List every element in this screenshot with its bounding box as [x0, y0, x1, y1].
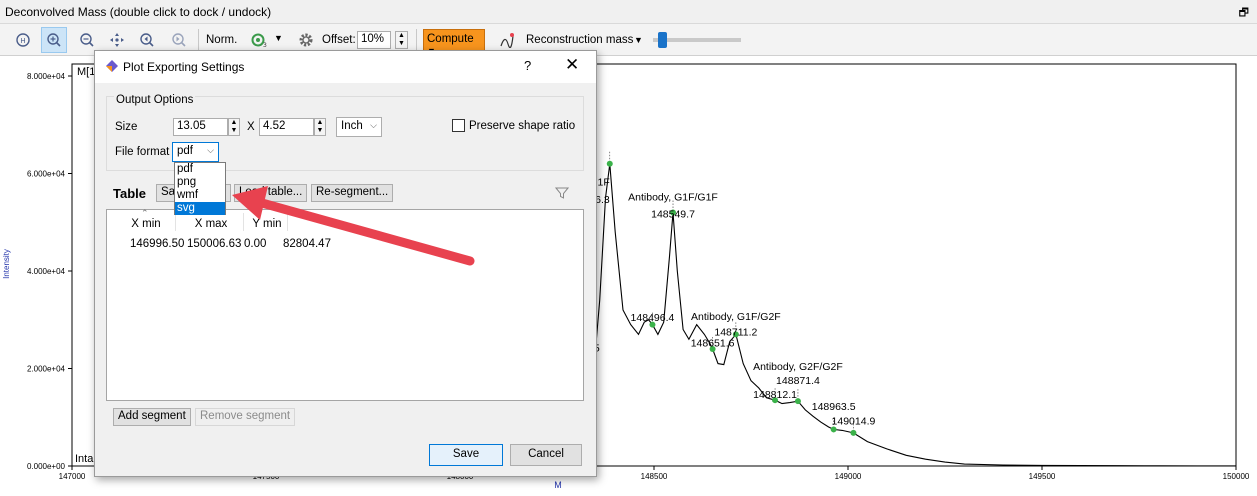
peak-annotation: 148963.5 — [812, 401, 856, 413]
peak-annotation: Antibody, G1F/G1F — [628, 191, 718, 203]
add-segment-button[interactable]: Add segment — [113, 408, 191, 426]
width-input[interactable]: 13.05 — [173, 118, 228, 136]
close-icon[interactable]: ✕ — [565, 55, 579, 75]
table-title: Table — [113, 186, 146, 201]
cell-xmax: 150006.63 — [187, 238, 242, 250]
peak-annotation: 149014.9 — [832, 416, 876, 428]
format-option-wmf[interactable]: wmf — [175, 189, 225, 202]
peak-annotation: Antibody, G1F/G2F — [691, 311, 781, 323]
legend-text: M[1 — [77, 66, 95, 78]
norm-button[interactable]: Norm. — [206, 34, 237, 46]
peak-marker — [606, 160, 613, 167]
dialog-titlebar[interactable]: Plot Exporting Settings ? ✕ — [95, 51, 596, 83]
offset-stepper[interactable]: ▲ ▼ — [395, 31, 408, 49]
offset-label: Offset: — [322, 34, 356, 46]
y-tick-label: 2.000e+04 — [27, 365, 66, 374]
zoom-reset-icon[interactable]: H — [10, 27, 36, 53]
size-label: Size — [115, 121, 138, 133]
chevron-down-icon[interactable]: ▼ — [634, 35, 643, 45]
chevron-down-icon: ⌵ — [370, 120, 377, 130]
toolbar-separator — [416, 29, 417, 51]
file-format-label: File format — [115, 146, 170, 158]
cancel-button[interactable]: Cancel — [510, 444, 582, 466]
x-tick-label: 150000 — [1223, 472, 1250, 481]
unit-value: Inch — [341, 120, 363, 132]
peak-annotation: 148496.4 — [631, 312, 675, 324]
y-tick-label: 0.000e+00 — [27, 462, 66, 471]
column-header-xmax[interactable]: X max — [181, 218, 241, 230]
compute-button[interactable]: Compute ▼ — [423, 29, 485, 56]
x-tick-label: 149500 — [1029, 472, 1056, 481]
preserve-ratio-checkbox[interactable] — [452, 119, 465, 132]
svg-text:H: H — [20, 37, 25, 45]
height-input[interactable]: 4.52 — [259, 118, 314, 136]
x-separator-label: X — [247, 121, 255, 133]
y-tick-label: 6.000e+04 — [27, 170, 66, 179]
plot-exporting-dialog[interactable]: Plot Exporting Settings ? ✕ Output Optio… — [94, 50, 597, 477]
column-divider — [175, 213, 176, 231]
resegment-button[interactable]: Re-segment... — [311, 184, 394, 202]
peak-annotation: 148812.1 — [753, 389, 797, 401]
chevron-down-icon: ⌵ — [207, 145, 214, 155]
file-format-dropdown-list[interactable]: pdf png wmf svg — [174, 162, 226, 215]
save-button[interactable]: Save — [429, 444, 503, 466]
x-tick-label: 148500 — [641, 472, 668, 481]
unit-select[interactable]: Inch ⌵ — [336, 117, 382, 137]
format-option-png[interactable]: png — [175, 176, 225, 189]
svg-text:3: 3 — [263, 42, 267, 49]
restore-icon[interactable]: 🗗 — [1239, 4, 1249, 23]
output-options-label: Output Options — [114, 94, 196, 106]
y-tick-label: 8.000e+04 — [27, 72, 66, 81]
offset-input[interactable]: 10% — [357, 31, 391, 49]
save-table-label: Sa — [161, 186, 176, 198]
window-titlebar[interactable]: Deconvolved Mass (double click to dock /… — [0, 0, 1257, 24]
x-axis-label: M — [554, 480, 562, 490]
dialog-title: Plot Exporting Settings — [123, 60, 245, 74]
peak-annotation: 148871.4 — [776, 375, 820, 387]
x-tick-label: 149000 — [835, 472, 862, 481]
cell-ymin: 0.00 — [244, 238, 267, 250]
column-divider — [287, 213, 288, 231]
compute-label: Compute — [427, 33, 474, 45]
y-tick-label: 4.000e+04 — [27, 267, 66, 276]
remove-segment-button: Remove segment — [195, 408, 296, 426]
peak-marker — [850, 429, 857, 436]
format-option-pdf[interactable]: pdf — [175, 163, 225, 176]
x-tick-label: 147000 — [59, 472, 86, 481]
peak-annotation: Antibody, G2F/G2F — [753, 361, 843, 373]
charge-dropdown-arrow-icon[interactable]: ▼ — [274, 33, 283, 43]
width-stepper[interactable]: ▲ ▼ — [228, 118, 240, 136]
height-stepper[interactable]: ▲ ▼ — [314, 118, 326, 136]
column-header-xmin[interactable]: X min — [117, 218, 175, 230]
toolbar-separator — [198, 29, 199, 51]
preserve-ratio-label: Preserve shape ratio — [469, 120, 576, 132]
help-icon[interactable]: ? — [524, 58, 531, 73]
segments-table[interactable]: ⌃ X min X max Y min 146996.50 150006.63 … — [106, 208, 584, 401]
load-table-button[interactable]: Load table... — [234, 184, 308, 202]
peak-annotation: 148549.7 — [651, 208, 695, 220]
format-option-svg[interactable]: svg — [175, 202, 225, 215]
zoom-in-icon[interactable] — [41, 27, 67, 53]
peak-annotation: 148711.2 — [714, 326, 757, 338]
file-format-value: pdf — [177, 145, 193, 157]
slider-handle[interactable] — [657, 32, 667, 48]
column-divider — [243, 213, 244, 231]
window-title: Deconvolved Mass (double click to dock /… — [5, 5, 272, 19]
app-logo-icon — [106, 60, 118, 72]
file-format-select[interactable]: pdf ⌵ — [172, 142, 219, 162]
peak-annotation: 148651.6 — [691, 338, 735, 350]
reconstruction-mass-dropdown[interactable]: Reconstruction mass — [526, 34, 633, 46]
cell-xmin: 146996.50 — [130, 238, 185, 250]
column-header-ymin[interactable]: Y min — [247, 218, 287, 230]
y-axis-label: Intensity — [2, 249, 11, 279]
filter-icon[interactable] — [555, 186, 569, 200]
cell-ymax: 82804.47 — [283, 238, 331, 250]
legend-text-bottom: Inta — [75, 453, 94, 465]
